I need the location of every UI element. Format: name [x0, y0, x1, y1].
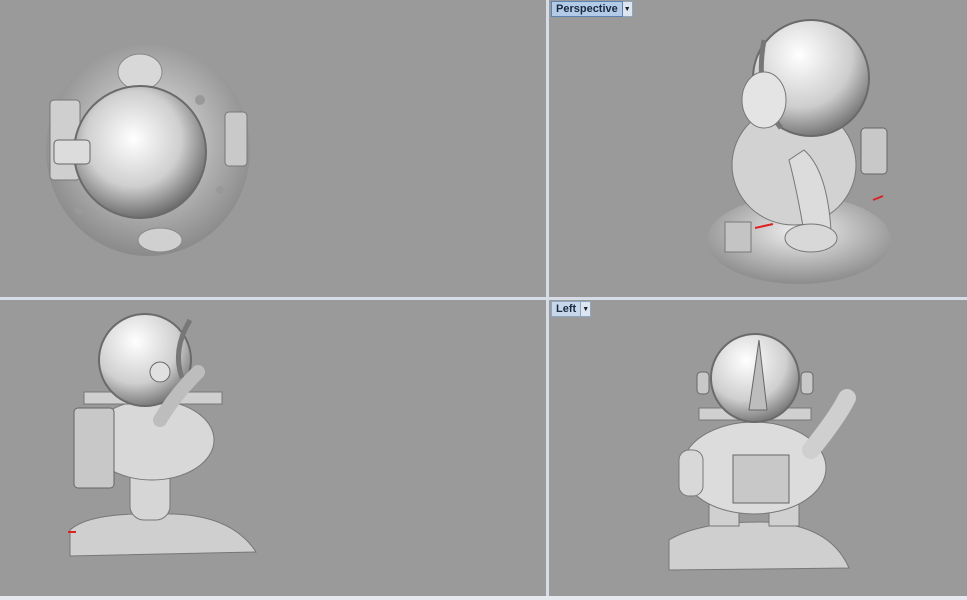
viewport-tab-label[interactable]: Perspective: [551, 1, 623, 17]
status-strip: [0, 596, 967, 600]
chevron-down-icon[interactable]: ▼: [622, 1, 633, 17]
chevron-down-icon[interactable]: ▼: [581, 301, 592, 317]
astronaut-model-top-view: [46, 44, 250, 256]
viewport-front[interactable]: [0, 300, 546, 596]
viewport-tab-perspective[interactable]: Perspective ▼: [551, 1, 633, 17]
viewport-left[interactable]: Left ▼: [549, 300, 967, 596]
viewport-grid: Perspective ▼ Left ▼: [0, 0, 967, 600]
viewport-tab-label[interactable]: Left: [551, 301, 582, 317]
astronaut-model-front-view: [68, 313, 257, 557]
viewport-perspective[interactable]: Perspective ▼: [549, 0, 967, 297]
astronaut-model-left-view: [668, 333, 856, 571]
astronaut-model-perspective-view: [707, 19, 891, 284]
viewport-top[interactable]: [0, 0, 546, 297]
viewport-tab-left[interactable]: Left ▼: [551, 301, 592, 317]
